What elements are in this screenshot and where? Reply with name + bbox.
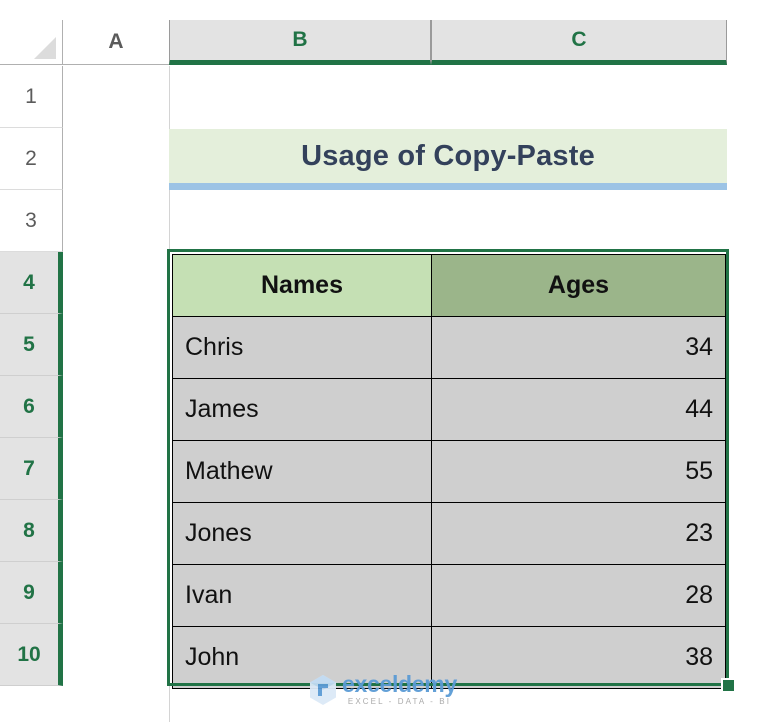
title-text: Usage of Copy-Paste xyxy=(301,139,595,172)
column-header-names[interactable]: Names xyxy=(172,254,432,317)
cell-name[interactable]: Mathew xyxy=(172,440,432,503)
row-header-4[interactable]: 4 xyxy=(0,252,63,314)
spreadsheet-canvas: 1 2 3 4 5 6 7 8 9 10 ABC Usage of Copy-Paste Name… xyxy=(0,0,767,722)
column-header-b[interactable]: B xyxy=(169,20,431,65)
select-all-corner[interactable] xyxy=(0,20,63,65)
exceldemy-watermark: exceldemy EXCEL - DATA - BI xyxy=(308,672,468,716)
table-row: Jones 23 xyxy=(172,502,726,565)
cell-name[interactable]: Ivan xyxy=(172,564,432,627)
title-cell[interactable]: Usage of Copy-Paste xyxy=(169,129,727,190)
column-header-ages[interactable]: Ages xyxy=(431,254,726,317)
fill-handle[interactable] xyxy=(721,678,736,693)
table-row: James 44 xyxy=(172,378,726,441)
cell-age[interactable]: 28 xyxy=(431,564,726,627)
table-row: Mathew 55 xyxy=(172,440,726,503)
row-header-7[interactable]: 7 xyxy=(0,438,63,500)
row-header-6[interactable]: 6 xyxy=(0,376,63,438)
row-header-9[interactable]: 9 xyxy=(0,562,63,624)
table-row: Chris 34 xyxy=(172,316,726,379)
exceldemy-hexagon-logo-icon xyxy=(310,675,336,705)
data-table: Names Ages Chris 34 James 44 Mathew 55 Jones 23… xyxy=(172,254,726,689)
watermark-brand: exceldemy xyxy=(342,671,457,697)
cell-age[interactable]: 44 xyxy=(431,378,726,441)
cell-age[interactable]: 38 xyxy=(431,626,726,689)
cell-name[interactable]: James xyxy=(172,378,432,441)
cell-name[interactable]: Jones xyxy=(172,502,432,565)
column-header-c[interactable]: C xyxy=(431,20,727,65)
row-header-3[interactable]: 3 xyxy=(0,190,63,252)
row-header-5[interactable]: 5 xyxy=(0,314,63,376)
table-row: Ivan 28 xyxy=(172,564,726,627)
table-body: Chris 34 James 44 Mathew 55 Jones 23 Ivan 28 John 3… xyxy=(172,316,726,689)
row-header-8[interactable]: 8 xyxy=(0,500,63,562)
cell-name[interactable]: Chris xyxy=(172,316,432,379)
cell-age[interactable]: 23 xyxy=(431,502,726,565)
select-all-triangle-icon xyxy=(34,37,56,59)
table-header-row: Names Ages xyxy=(172,254,726,317)
row-header-2[interactable]: 2 xyxy=(0,128,63,190)
row-header-10[interactable]: 10 xyxy=(0,624,63,686)
column-header-a[interactable]: A xyxy=(63,20,169,65)
watermark-text: exceldemy EXCEL - DATA - BI xyxy=(342,672,457,708)
column-header-strip: ABC xyxy=(0,20,767,66)
cell-age[interactable]: 55 xyxy=(431,440,726,503)
row-header-1[interactable]: 1 xyxy=(0,66,63,128)
cell-age[interactable]: 34 xyxy=(431,316,726,379)
watermark-tagline: EXCEL - DATA - BI xyxy=(347,697,452,706)
